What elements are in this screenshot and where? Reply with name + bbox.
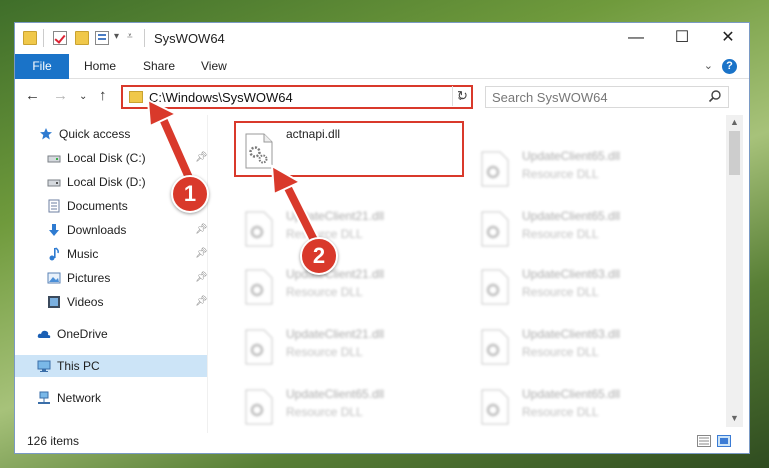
step-badge-1: 1 xyxy=(171,175,209,213)
step-badge-2: 2 xyxy=(300,237,338,275)
arrow-2 xyxy=(270,164,322,250)
tutorial-arrows xyxy=(146,98,322,250)
arrow-1 xyxy=(146,98,196,186)
